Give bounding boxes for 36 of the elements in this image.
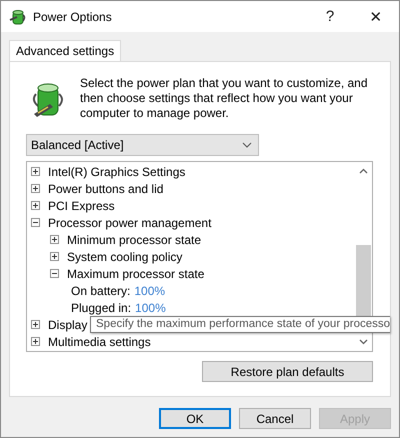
expand-icon[interactable] — [31, 184, 40, 193]
tree-item[interactable]: System cooling policy — [67, 250, 182, 264]
instruction-text: Select the power plan that you want to customize, and then choose settings that reflect how you want your computer to manage power. — [80, 76, 369, 121]
expand-icon[interactable] — [31, 320, 40, 329]
expand-icon[interactable] — [31, 337, 40, 346]
tree-item[interactable]: Maximum processor state — [67, 266, 204, 280]
tree-item[interactable]: Minimum processor state — [67, 232, 202, 246]
tooltip: Specify the maximum performance state of your processo — [90, 316, 390, 333]
expand-icon[interactable] — [31, 201, 40, 210]
dialog-button[interactable]: OK — [159, 408, 231, 429]
setting-value-link[interactable]: 100% — [134, 284, 166, 298]
tree-item[interactable]: Intel(R) Graphics Settings — [48, 164, 186, 178]
collapse-icon[interactable] — [31, 218, 40, 227]
expand-icon[interactable] — [31, 167, 40, 176]
close-button[interactable]: ✕ — [353, 1, 399, 32]
tree-item[interactable]: Power buttons and lid — [48, 182, 164, 196]
scroll-up-icon[interactable] — [359, 168, 368, 174]
tab[interactable]: Advanced settings — [9, 40, 122, 62]
dialog-button[interactable]: Cancel — [239, 408, 311, 429]
help-button[interactable]: ? — [307, 1, 353, 32]
battery-plug-icon — [9, 8, 27, 24]
expand-icon[interactable] — [50, 252, 59, 261]
window-title: Power Options — [33, 10, 112, 24]
scroll-down-icon[interactable] — [359, 339, 368, 345]
tree-item[interactable]: PCI Express — [48, 198, 115, 212]
restore-defaults-button[interactable]: Restore plan defaults — [202, 361, 373, 382]
setting-label: On battery: — [71, 284, 130, 298]
plan-dropdown[interactable]: Balanced [Active] — [26, 134, 259, 156]
tree-item[interactable]: Multimedia settings — [48, 334, 151, 348]
collapse-icon[interactable] — [50, 269, 59, 278]
tree-item[interactable]: Processor power management — [48, 216, 212, 230]
chevron-down-icon — [242, 142, 252, 148]
setting-label: Plugged in: — [71, 300, 132, 314]
expand-icon[interactable] — [50, 235, 59, 244]
tree-item[interactable]: Display — [48, 318, 88, 332]
setting-value-link[interactable]: 100% — [135, 300, 166, 314]
